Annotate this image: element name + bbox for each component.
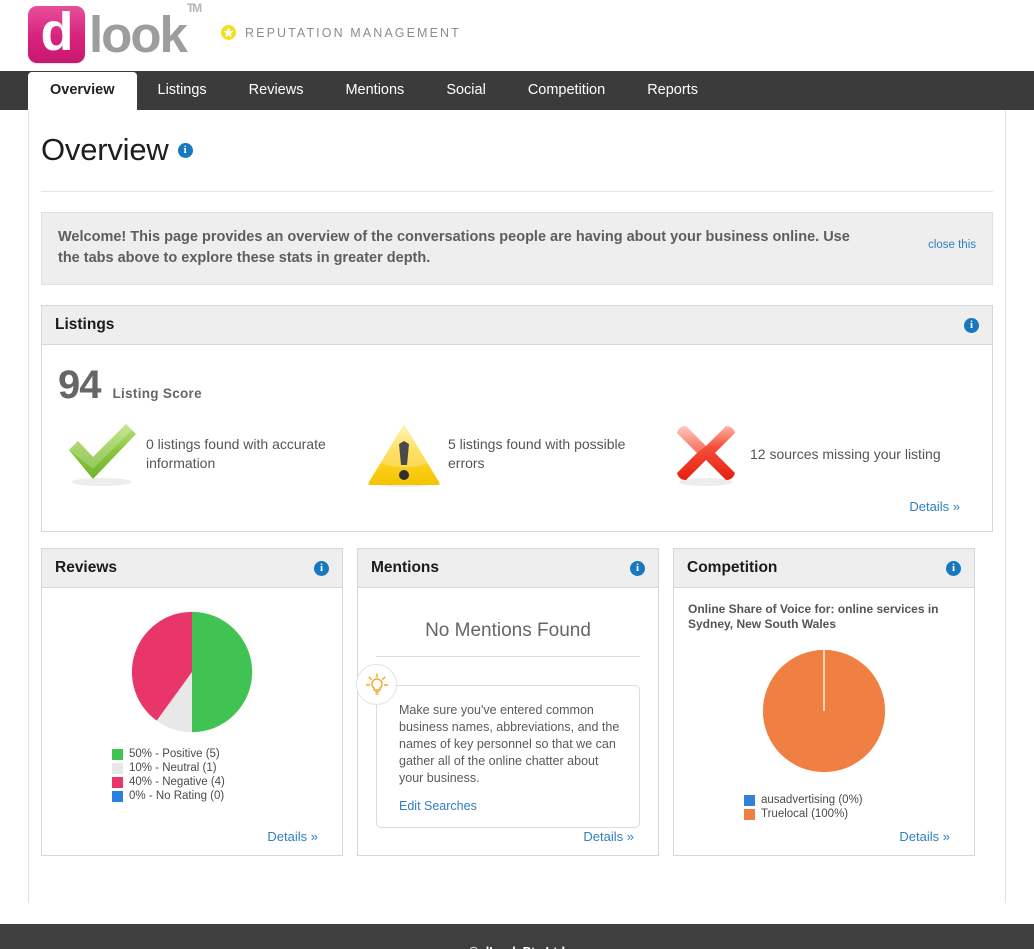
star-icon — [221, 25, 236, 40]
reviews-details-wrap: Details » — [54, 828, 330, 855]
legend-label-norating: 0% - No Rating (0) — [129, 790, 225, 802]
competition-panel: Competition i Online Share of Voice for:… — [673, 548, 975, 856]
masthead: d lookTM REPUTATION MANAGEMENT — [0, 0, 1034, 71]
tab-mentions[interactable]: Mentions — [324, 71, 425, 110]
logo-letter: d — [40, 2, 74, 62]
competition-details-link[interactable]: Details » — [899, 829, 950, 844]
listings-info-icon[interactable]: i — [964, 317, 979, 333]
reviews-panel-header: Reviews i — [42, 549, 342, 588]
reviews-heading: Reviews — [55, 559, 118, 576]
mentions-details-wrap: Details » — [370, 828, 646, 855]
legend-item: 40% - Negative (4) — [112, 776, 330, 789]
tab-reports[interactable]: Reports — [626, 71, 719, 110]
content-area: Overview i Welcome! This page provides an… — [28, 110, 1006, 903]
lightbulb-icon — [356, 664, 397, 705]
mentions-panel: Mentions i No Mentions Found Make sure y… — [356, 548, 659, 856]
mentions-details-link[interactable]: Details » — [583, 829, 634, 844]
legend-swatch-negative — [112, 777, 123, 788]
logo-wordmark: lookTM — [89, 1, 202, 63]
tab-listings[interactable]: Listings — [137, 71, 228, 110]
listings-details-wrap: Details » — [58, 488, 976, 523]
competition-details-wrap: Details » — [686, 828, 962, 855]
welcome-banner: Welcome! This page provides an overview … — [41, 212, 993, 285]
legend-item: 10% - Neutral (1) — [112, 762, 330, 775]
reviews-panel: Reviews i 50% - Positive (5) 10% - Neutr… — [41, 548, 343, 856]
welcome-text: Welcome! This page provides an overview … — [58, 229, 850, 266]
trademark-icon: TM — [186, 1, 202, 15]
legend-label-neutral: 10% - Neutral (1) — [129, 762, 217, 774]
legend-swatch-neutral — [112, 763, 123, 774]
copyright-text: © dLook Pty Ltd — [469, 945, 565, 949]
mentions-info-icon[interactable]: i — [630, 560, 645, 576]
stat-accurate: 0 listings found with accurate informati… — [58, 420, 360, 488]
legend-swatch-positive — [112, 749, 123, 760]
listings-stats: 0 listings found with accurate informati… — [58, 420, 976, 488]
legend-swatch-truelocal — [744, 809, 755, 820]
overview-columns: Reviews i 50% - Positive (5) 10% - Neutr… — [41, 548, 993, 856]
reviews-legend: 50% - Positive (5) 10% - Neutral (1) 40%… — [112, 748, 330, 804]
tab-competition[interactable]: Competition — [507, 71, 626, 110]
cross-icon — [662, 420, 750, 488]
tagline: REPUTATION MANAGEMENT — [221, 25, 461, 40]
listings-panel-header: Listings i — [42, 306, 992, 345]
legend-label-negative: 40% - Negative (4) — [129, 776, 225, 788]
mentions-panel-header: Mentions i — [358, 549, 658, 588]
competition-pie-chart — [686, 646, 962, 776]
competition-info-icon[interactable]: i — [946, 560, 961, 576]
share-of-voice-subtitle: Online Share of Voice for: online servic… — [688, 602, 939, 631]
listings-heading: Listings — [55, 316, 115, 333]
legend-swatch-ausadvertising — [744, 795, 755, 806]
competition-body: Online Share of Voice for: online servic… — [674, 588, 974, 855]
listing-score: 94 Listing Score — [58, 364, 976, 406]
legend-item: ausadvertising (0%) — [744, 794, 962, 807]
legend-item: 50% - Positive (5) — [112, 748, 330, 761]
legend-item: Truelocal (100%) — [744, 808, 962, 821]
listings-body: 94 Listing Score 0 listings found with a… — [42, 345, 992, 531]
mentions-divider — [376, 656, 640, 657]
tab-overview[interactable]: Overview — [28, 72, 137, 110]
tagline-text: REPUTATION MANAGEMENT — [245, 25, 461, 40]
main-tabs: Overview Listings Reviews Mentions Socia… — [0, 71, 1034, 110]
stat-errors: 5 listings found with possible errors — [360, 420, 662, 488]
reviews-body: 50% - Positive (5) 10% - Neutral (1) 40%… — [42, 588, 342, 855]
no-mentions-message: No Mentions Found — [425, 620, 591, 641]
competition-legend: ausadvertising (0%) Truelocal (100%) — [744, 794, 962, 822]
legend-label-positive: 50% - Positive (5) — [129, 748, 220, 760]
competition-panel-header: Competition i — [674, 549, 974, 588]
check-icon — [58, 421, 146, 487]
listings-panel: Listings i 94 Listing Score 0 listings f… — [41, 305, 993, 532]
mentions-tip-text: Make sure you've entered common business… — [399, 703, 620, 785]
tab-reviews[interactable]: Reviews — [228, 71, 325, 110]
stat-errors-text: 5 listings found with possible errors — [448, 436, 626, 471]
logo-mark: d — [28, 2, 85, 63]
warning-icon — [360, 420, 448, 488]
stat-missing: 12 sources missing your listing — [662, 420, 964, 488]
mentions-body: No Mentions Found Make sure you've enter… — [356, 588, 658, 855]
tab-social[interactable]: Social — [425, 71, 507, 110]
legend-label-truelocal: Truelocal (100%) — [761, 808, 849, 820]
edit-searches-link[interactable]: Edit Searches — [399, 799, 477, 813]
legend-label-ausadvertising: ausadvertising (0%) — [761, 794, 863, 806]
page-footer: © dLook Pty Ltd — [0, 924, 1034, 949]
stat-accurate-text: 0 listings found with accurate informati… — [146, 436, 326, 471]
mentions-heading: Mentions — [371, 559, 440, 576]
listing-score-value: 94 — [58, 363, 101, 407]
dlook-logo[interactable]: d lookTM — [28, 1, 202, 63]
mentions-tip-box: Make sure you've entered common business… — [356, 664, 640, 828]
reviews-details-link[interactable]: Details » — [267, 829, 318, 844]
page-info-icon[interactable]: i — [177, 143, 193, 159]
listings-details-link[interactable]: Details » — [909, 499, 960, 514]
page-header: Overview i — [29, 110, 1005, 170]
page-title: Overview — [41, 132, 169, 167]
competition-heading: Competition — [687, 559, 778, 576]
legend-item: 0% - No Rating (0) — [112, 790, 330, 803]
listing-score-label: Listing Score — [112, 386, 202, 401]
reviews-info-icon[interactable]: i — [314, 560, 329, 576]
app-page: d lookTM REPUTATION MANAGEMENT Overview … — [0, 0, 1034, 949]
legend-swatch-norating — [112, 791, 123, 802]
title-divider — [41, 191, 993, 192]
close-banner-link[interactable]: close this — [928, 239, 976, 251]
reviews-pie-chart — [54, 608, 330, 736]
stat-missing-text: 12 sources missing your listing — [750, 445, 941, 462]
